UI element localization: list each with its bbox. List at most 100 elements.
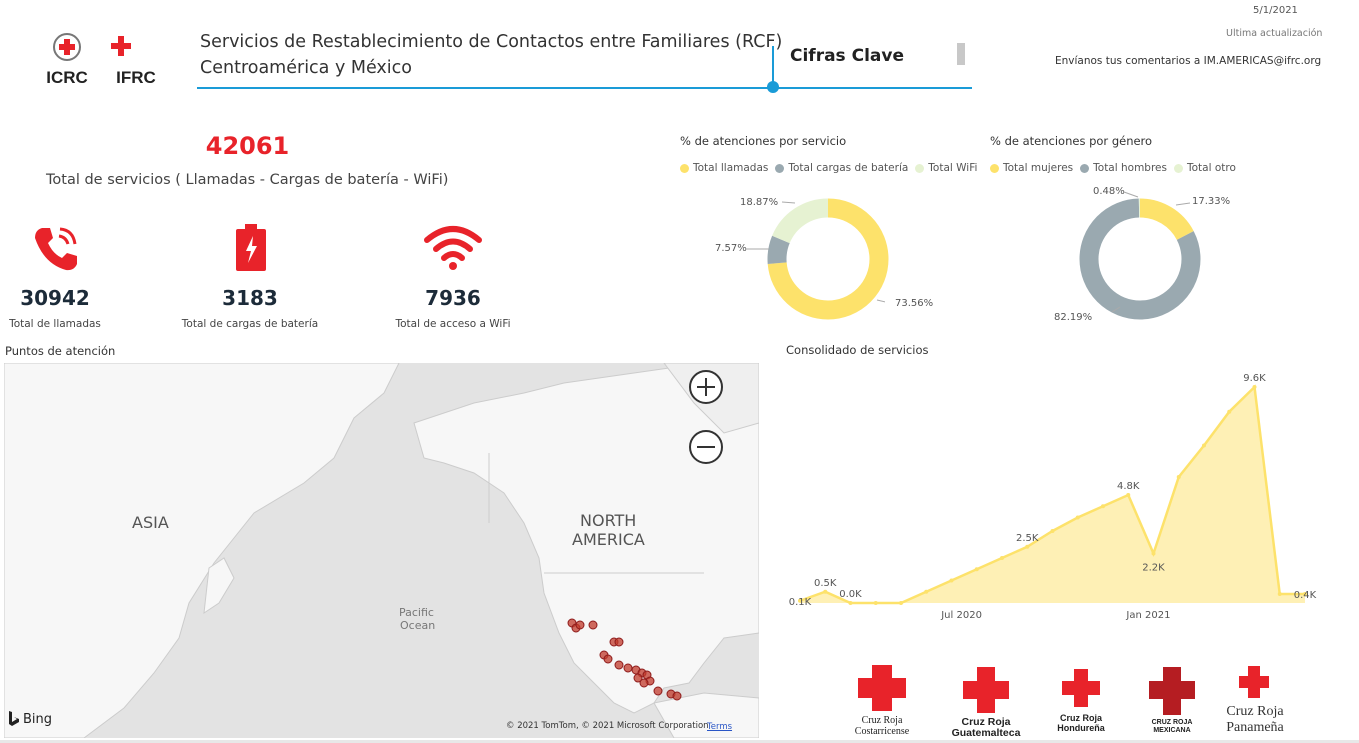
data-point[interactable] bbox=[1151, 551, 1156, 556]
legend-dot-battery bbox=[775, 163, 785, 173]
report-title-line2: Centroamérica y México bbox=[200, 58, 412, 78]
data-label: 2.2K bbox=[1142, 563, 1165, 574]
data-point[interactable] bbox=[1075, 515, 1080, 520]
data-point[interactable] bbox=[1252, 385, 1257, 389]
icrc-logo: ICRC bbox=[42, 32, 92, 87]
gender-legend: Total mujeres Total hombres Total otro bbox=[990, 162, 1236, 174]
cr2-line2: Guatemalteca bbox=[951, 727, 1021, 739]
data-point[interactable] bbox=[823, 589, 828, 594]
logo-cruz-roja-mexicana: CRUZ ROJA MEXICANA bbox=[1141, 667, 1203, 735]
minus-icon bbox=[697, 446, 715, 448]
data-label: 2.5K bbox=[1016, 533, 1039, 544]
map-view[interactable]: ASIA NORTH AMERICA Pacific Ocean Bing © … bbox=[4, 363, 759, 738]
area-chart[interactable]: 0.1K0.5K0.0K 2.5K 4.8K 2.2K 9.6K 0.4K Jul 2020… bbox=[780, 360, 1320, 630]
gender-label-men: 82.19% bbox=[1054, 312, 1093, 323]
map-terms-link[interactable]: Terms bbox=[707, 722, 732, 732]
data-point[interactable] bbox=[1050, 529, 1055, 533]
total-services-label: Total de servicios ( Llamadas - Cargas d… bbox=[46, 172, 449, 188]
zoom-out-button[interactable] bbox=[689, 430, 723, 464]
wifi-value: 7936 bbox=[425, 286, 481, 310]
scroll-handle[interactable] bbox=[957, 43, 965, 65]
data-label: 0.5K bbox=[814, 578, 837, 589]
cr4-line2: MEXICANA bbox=[1153, 727, 1191, 734]
legend-dot-men bbox=[1080, 163, 1090, 173]
service-leader-lines bbox=[745, 201, 885, 303]
legend-other[interactable]: Total otro bbox=[1187, 162, 1236, 174]
area-chart-title: Consolidado de servicios bbox=[786, 343, 929, 357]
logo-cruz-roja-guatemalteca: Cruz Roja Guatemalteca bbox=[950, 667, 1022, 739]
icrc-emblem-icon bbox=[53, 33, 81, 61]
map-point[interactable] bbox=[575, 620, 585, 630]
map-point[interactable] bbox=[653, 686, 663, 696]
map-point[interactable] bbox=[672, 691, 682, 701]
battery-icon bbox=[235, 224, 267, 276]
map-point[interactable] bbox=[614, 637, 624, 647]
data-point[interactable] bbox=[1126, 493, 1131, 497]
map-point[interactable] bbox=[588, 620, 598, 630]
service-label-calls: 73.56% bbox=[895, 298, 934, 309]
red-cross-icon bbox=[858, 665, 906, 711]
data-point[interactable] bbox=[1176, 475, 1181, 479]
data-point[interactable] bbox=[899, 601, 903, 605]
wifi-icon bbox=[423, 222, 483, 276]
map-point[interactable] bbox=[614, 660, 624, 670]
data-point[interactable] bbox=[949, 578, 954, 583]
area-fill bbox=[800, 387, 1305, 603]
legend-dot-women bbox=[990, 163, 999, 173]
map-title: Puntos de atención bbox=[5, 344, 116, 358]
cr3-line1: Cruz Roja bbox=[1059, 713, 1102, 723]
map-point[interactable] bbox=[639, 678, 649, 688]
calls-label: Total de llamadas bbox=[9, 318, 101, 330]
data-point[interactable] bbox=[1000, 556, 1004, 560]
cr3-line2: Hondureña bbox=[1057, 723, 1105, 733]
update-label: Ultima actualización bbox=[1226, 28, 1323, 39]
legend-women[interactable]: Total mujeres bbox=[1003, 162, 1073, 174]
red-cross-icon bbox=[963, 667, 1009, 713]
legend-dot-other bbox=[1174, 163, 1183, 173]
red-cross-icon bbox=[1149, 667, 1195, 715]
data-label: 4.8K bbox=[1117, 481, 1140, 492]
cr5-line2: Panameña bbox=[1226, 720, 1284, 735]
calls-value: 30942 bbox=[20, 286, 90, 310]
plus-icon bbox=[697, 378, 715, 396]
ifrc-label: IFRC bbox=[116, 68, 156, 87]
map-point[interactable] bbox=[603, 654, 613, 664]
legend-wifi[interactable]: Total WiFi bbox=[928, 162, 977, 174]
ifrc-emblem-icon bbox=[111, 36, 156, 56]
bing-logo[interactable]: Bing bbox=[8, 711, 52, 727]
data-point[interactable] bbox=[1101, 504, 1105, 509]
cr4-line1: CRUZ ROJA bbox=[1151, 719, 1193, 726]
data-point[interactable] bbox=[873, 601, 878, 605]
legend-calls[interactable]: Total llamadas bbox=[693, 162, 768, 174]
title-divider-dot bbox=[767, 81, 779, 93]
data-point[interactable] bbox=[924, 589, 929, 594]
data-point[interactable] bbox=[974, 567, 979, 572]
ifrc-logo: IFRC bbox=[108, 32, 164, 87]
wifi-label: Total de acceso a WiFi bbox=[395, 318, 511, 330]
data-point[interactable] bbox=[1277, 592, 1282, 596]
data-point[interactable] bbox=[1025, 544, 1030, 549]
battery-value: 3183 bbox=[222, 286, 278, 310]
map-point[interactable] bbox=[623, 663, 633, 673]
logo-cruz-roja-panamena: Cruz Roja Panameña bbox=[1217, 664, 1293, 736]
data-point[interactable] bbox=[1202, 443, 1206, 448]
zoom-in-button[interactable] bbox=[689, 370, 723, 404]
tab-cifras-clave[interactable]: Cifras Clave bbox=[790, 46, 904, 66]
data-point[interactable] bbox=[1227, 409, 1232, 414]
total-services-value: 42061 bbox=[205, 132, 290, 160]
red-cross-icon bbox=[1062, 669, 1100, 707]
legend-battery[interactable]: Total cargas de batería bbox=[788, 162, 908, 174]
service-label-battery: 7.57% bbox=[715, 243, 747, 254]
gender-donut-title: % de atenciones por género bbox=[990, 134, 1153, 148]
gender-leader-lines bbox=[1111, 191, 1191, 313]
data-label: 9.6K bbox=[1243, 373, 1266, 384]
feedback-text[interactable]: Envíanos tus comentarios a IM.AMERICAS@i… bbox=[1055, 55, 1321, 67]
map-copyright: © 2021 TomTom, © 2021 Microsoft Corporat… bbox=[506, 721, 709, 731]
data-point[interactable] bbox=[848, 601, 853, 605]
cr1-line1: Cruz Roja bbox=[861, 715, 903, 726]
red-cross-icon bbox=[1239, 666, 1269, 698]
phone-icon bbox=[30, 224, 80, 278]
legend-men[interactable]: Total hombres bbox=[1093, 162, 1167, 174]
legend-dot-calls bbox=[680, 163, 689, 173]
data-label: 0.0K bbox=[839, 589, 862, 600]
